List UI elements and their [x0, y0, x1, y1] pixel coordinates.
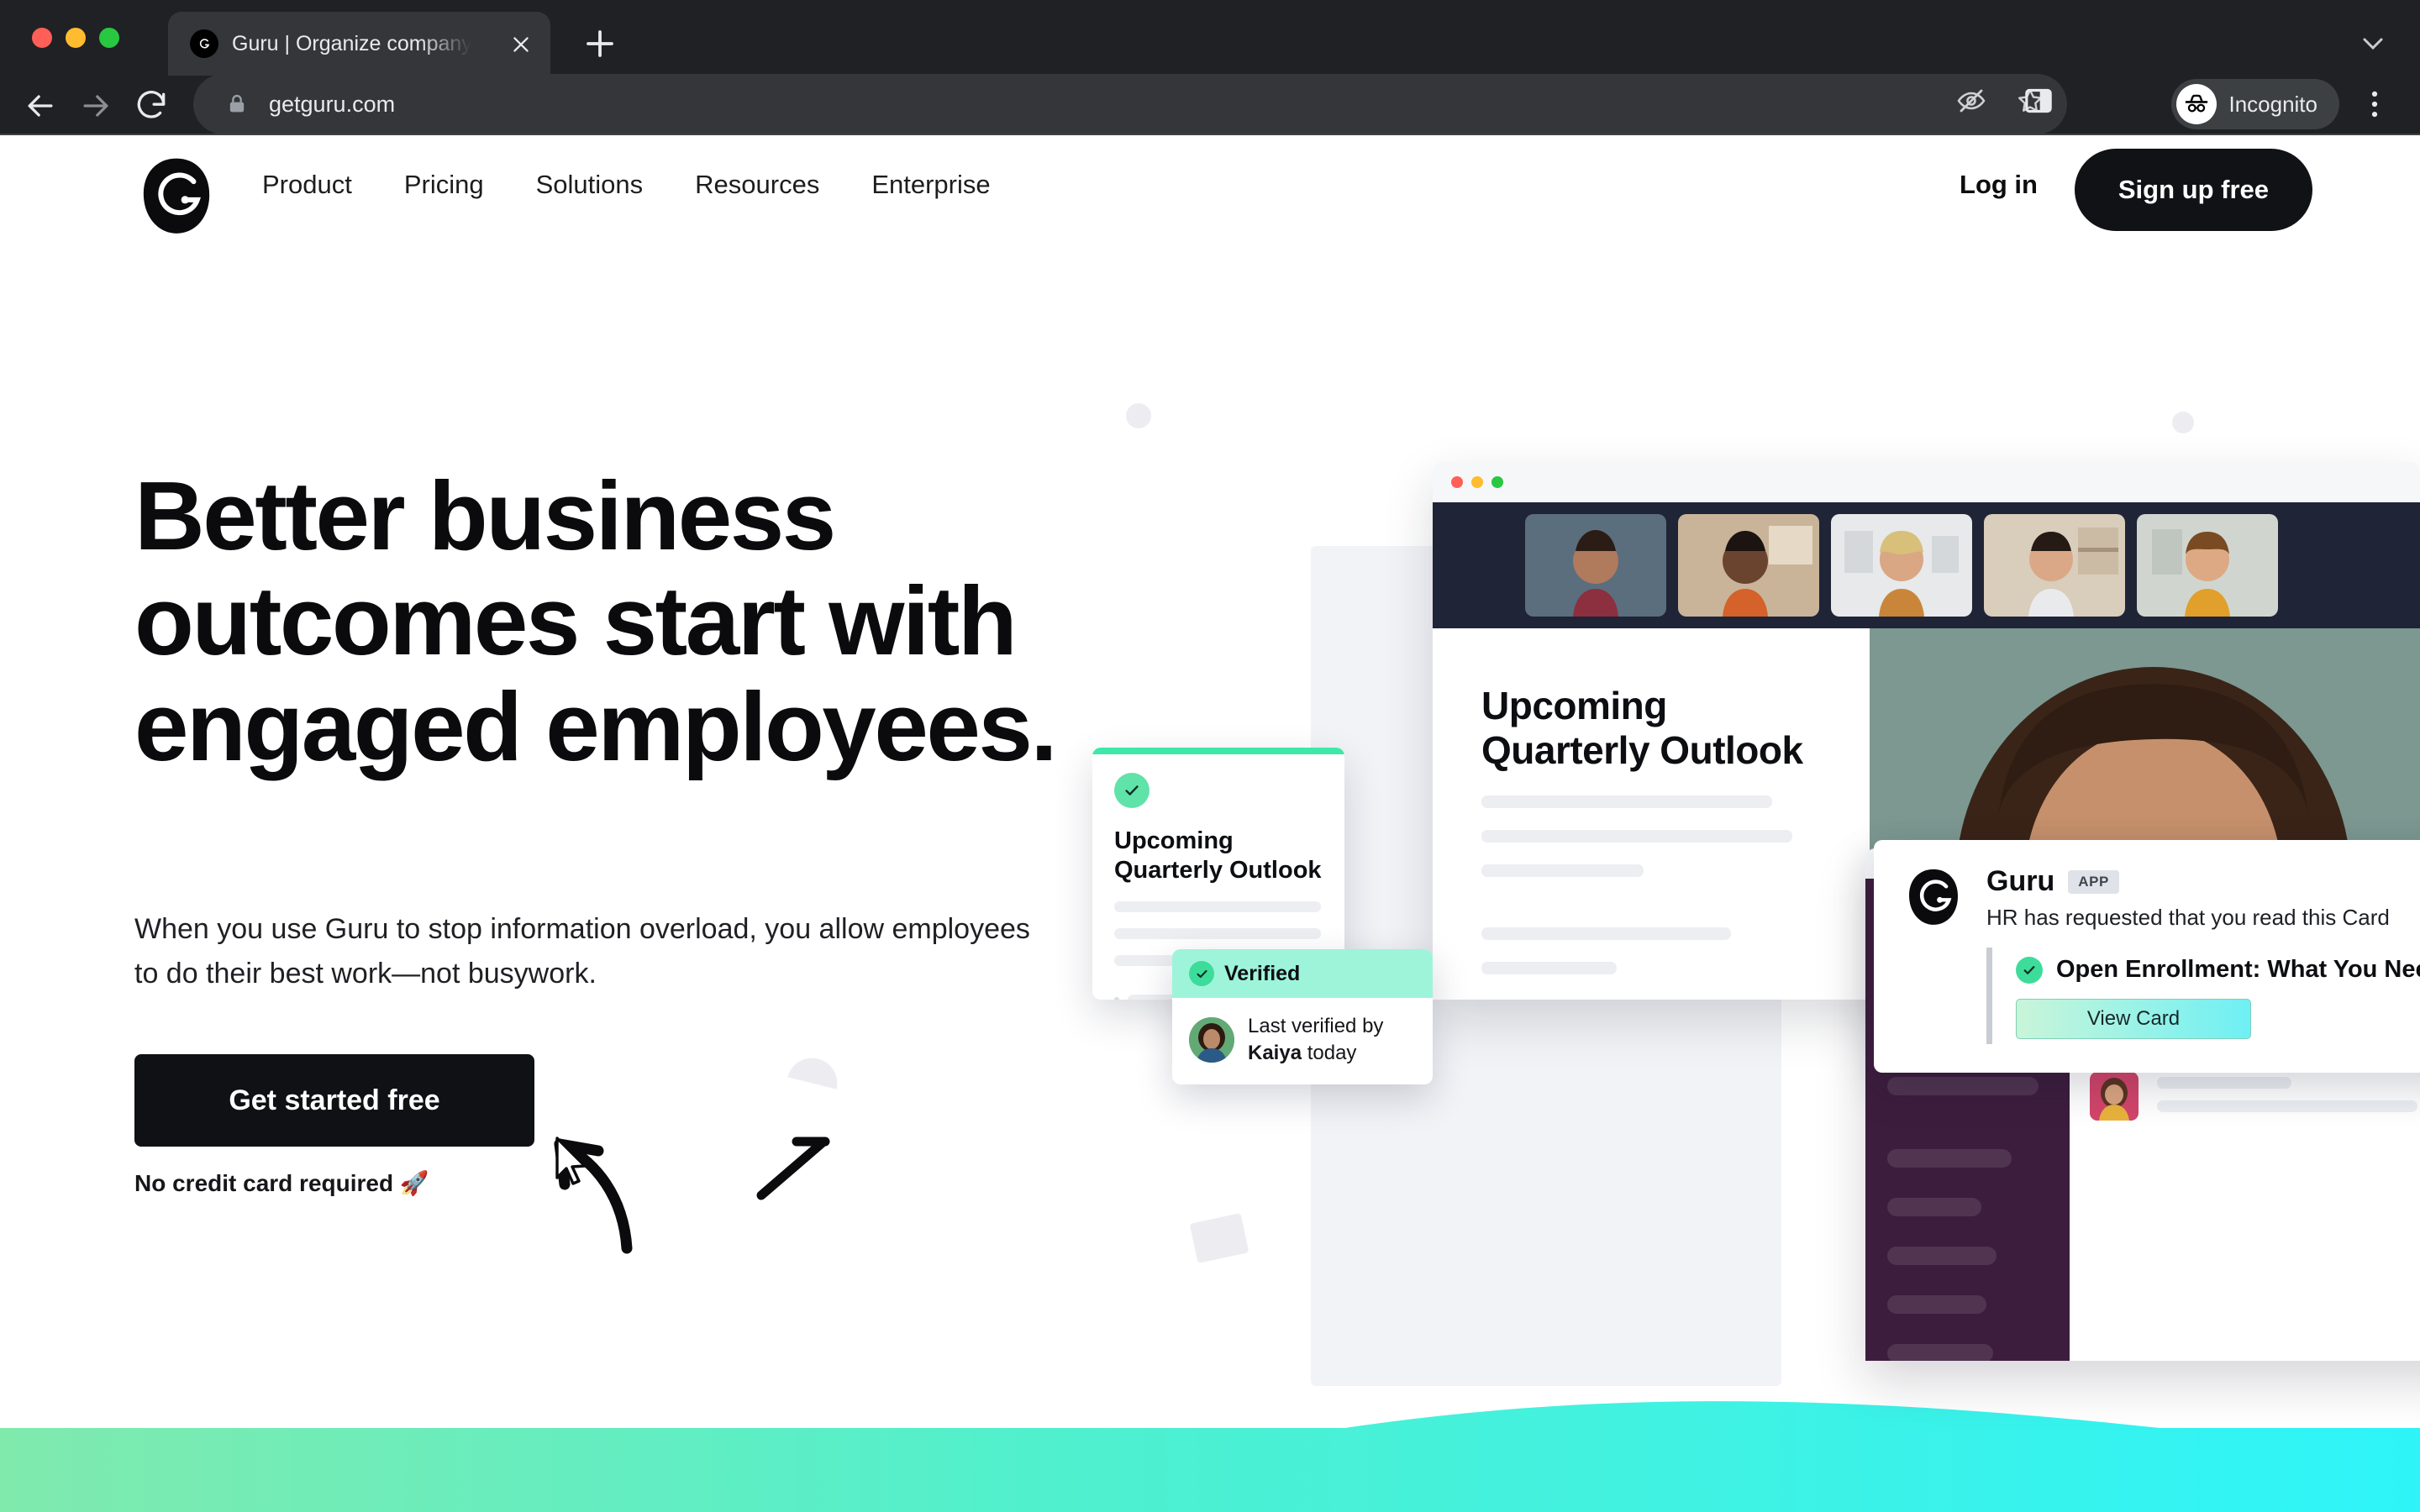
- video-participant-strip: [1433, 502, 2420, 628]
- decorative-circle: [1126, 403, 1151, 428]
- maximize-window-button[interactable]: [99, 28, 119, 48]
- avatar: [1189, 1016, 1234, 1063]
- profile-label: Incognito: [2228, 91, 2317, 117]
- verified-body: Last verified by Kaiya today: [1172, 998, 1433, 1084]
- toolbar-divider: [0, 134, 2420, 135]
- back-arrow-icon[interactable]: [22, 87, 59, 124]
- lock-icon: [225, 92, 249, 116]
- skeleton-line: [1481, 829, 1792, 843]
- incognito-icon: [2176, 84, 2217, 124]
- nav-item-pricing[interactable]: Pricing: [404, 170, 484, 200]
- main-navigation: Product Pricing Solutions Resources Ente…: [262, 170, 1043, 200]
- hero-illustration: Upcoming Quarterly Outlook Upcoming Quar…: [756, 403, 2420, 1386]
- verified-header: Verified: [1172, 949, 1433, 998]
- decorative-square: [1189, 1213, 1249, 1263]
- eye-slash-icon[interactable]: [1956, 86, 1986, 116]
- notification-app-row: Guru APP: [1986, 865, 2420, 898]
- decorative-squiggle: [756, 1137, 830, 1200]
- skeleton-line: [1114, 927, 1321, 939]
- skeleton-line: [1481, 864, 1644, 877]
- notification-header: Guru APP HR has requested that you read …: [1902, 865, 2420, 931]
- sidebar-placeholder-row: [1887, 1295, 1986, 1314]
- sidebar-placeholder-row: [1887, 1149, 2012, 1168]
- signup-free-button[interactable]: Sign up free: [2074, 149, 2312, 231]
- sidebar-placeholder-row: [1887, 1198, 1981, 1216]
- side-panel-icon[interactable]: [2022, 84, 2059, 121]
- tab-title: Guru | Organize company infor: [232, 31, 471, 55]
- app-badge: APP: [2068, 869, 2119, 894]
- maximize-window-button[interactable]: [1491, 476, 1503, 488]
- decorative-half-circle: [787, 1053, 843, 1089]
- nav-item-solutions[interactable]: Solutions: [536, 170, 644, 200]
- participant-tile: [1525, 514, 1666, 617]
- sidebar-placeholder-row: [1887, 1247, 1996, 1265]
- verified-tooltip: Verified Last verified by Kaiya today: [1172, 949, 1433, 1085]
- browser-tab[interactable]: Guru | Organize company infor: [168, 12, 550, 76]
- check-circle-icon: [1114, 773, 1150, 808]
- notification-subtitle: HR has requested that you read this Card: [1986, 905, 2390, 930]
- notification-card-quote: Open Enrollment: What You Need to Know V…: [1986, 948, 2420, 1044]
- notification-card-title-row: Open Enrollment: What You Need to Know: [2016, 956, 2420, 984]
- card-accent-bar: [1092, 748, 1344, 754]
- list-item: [2090, 1072, 2420, 1121]
- notification-app-name: Guru: [1986, 865, 2055, 897]
- shared-card-panel: Upcoming Quarterly Outlook: [1433, 628, 1870, 1000]
- guru-card-title: Upcoming Quarterly Outlook: [1114, 827, 1322, 884]
- browser-chrome: Guru | Organize company infor: [0, 0, 2420, 135]
- reload-icon[interactable]: [133, 87, 170, 124]
- verified-text: Last verified by Kaiya today: [1248, 1015, 1384, 1064]
- page-title: Better business outcomes start with enga…: [134, 461, 1058, 781]
- shared-card-title: Upcoming Quarterly Outlook: [1481, 684, 1803, 773]
- participant-tile: [1984, 514, 2125, 617]
- url-text: getguru.com: [269, 91, 396, 117]
- check-circle-icon: [2016, 956, 2043, 984]
- check-circle-icon: [1189, 961, 1214, 986]
- skeleton-line: [1481, 961, 1617, 974]
- profile-incognito-button[interactable]: Incognito: [2171, 79, 2339, 129]
- guru-logo-icon: [1902, 865, 1965, 927]
- browser-window: Guru | Organize company infor: [0, 0, 2420, 1512]
- mouse-cursor: [555, 1137, 587, 1185]
- guru-notification: Guru APP HR has requested that you read …: [1874, 840, 2420, 1073]
- status-badge: Verified: [1224, 961, 1301, 985]
- close-window-button[interactable]: [32, 28, 52, 48]
- avatar: [2090, 1072, 2139, 1121]
- close-window-button[interactable]: [1451, 476, 1463, 488]
- nav-item-product[interactable]: Product: [262, 170, 352, 200]
- close-icon[interactable]: [510, 34, 532, 55]
- decorative-circle: [2172, 412, 2194, 433]
- skeleton-line: [1481, 927, 1732, 940]
- participant-tile: [1831, 514, 1972, 617]
- skeleton-line: [1114, 900, 1321, 912]
- participant-tile: [1678, 514, 1819, 617]
- page-viewport: Product Pricing Solutions Resources Ente…: [0, 134, 2420, 1512]
- address-bar[interactable]: getguru.com: [193, 74, 2067, 134]
- view-card-button[interactable]: View Card: [2016, 999, 2251, 1039]
- nav-item-resources[interactable]: Resources: [695, 170, 819, 200]
- chevron-down-icon[interactable]: [2356, 27, 2390, 60]
- site-header: Product Pricing Solutions Resources Ente…: [0, 134, 2420, 260]
- skeleton-line: [1481, 795, 1772, 808]
- login-link[interactable]: Log in: [1960, 170, 2038, 200]
- window-traffic-lights: [32, 28, 119, 48]
- guru-logo-icon: [190, 29, 218, 58]
- no-credit-card-note: No credit card required 🚀: [134, 1170, 429, 1196]
- message-skeleton: [2157, 1072, 2420, 1121]
- nav-item-enterprise[interactable]: Enterprise: [871, 170, 990, 200]
- guru-logo[interactable]: [134, 153, 218, 237]
- notification-card-title: Open Enrollment: What You Need to Know: [2056, 956, 2420, 983]
- forward-arrow-icon[interactable]: [77, 87, 114, 124]
- new-tab-button[interactable]: [580, 24, 620, 64]
- kebab-menu-icon[interactable]: [2356, 86, 2393, 123]
- minimize-window-button[interactable]: [66, 28, 86, 48]
- hero-subhead: When you use Guru to stop information ov…: [134, 913, 1030, 990]
- sidebar-placeholder-row: [1887, 1344, 1993, 1361]
- participant-tile: [2137, 514, 2278, 617]
- get-started-free-button[interactable]: Get started free: [134, 1054, 534, 1147]
- minimize-window-button[interactable]: [1471, 476, 1483, 488]
- video-window-titlebar: [1433, 462, 2420, 502]
- sidebar-placeholder-row: [1887, 1077, 2039, 1095]
